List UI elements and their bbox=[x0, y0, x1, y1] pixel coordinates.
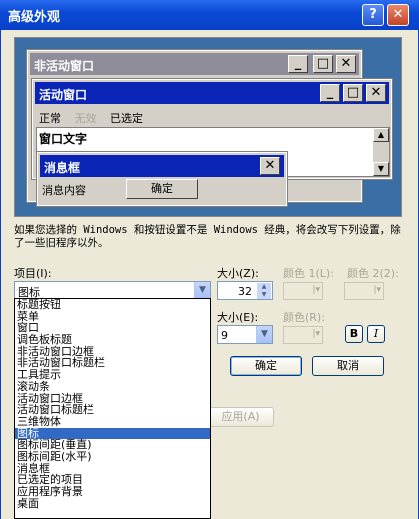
apply-button[interactable]: 应用(A) bbox=[207, 407, 274, 427]
item-dropdown-list[interactable]: 标题按钮 菜单 窗口 调色板标题 非活动窗口边框 非活动窗口标题栏 工具提示 滚动条 活动窗口边… bbox=[14, 298, 211, 519]
message-text: 消息内容 bbox=[42, 184, 86, 197]
menu-selected: 已选定 bbox=[110, 112, 143, 125]
chevron-down-icon[interactable]: ▼ bbox=[194, 282, 210, 298]
font-size-select[interactable]: 9 ▼ bbox=[217, 325, 273, 344]
menu-disabled: 无效 bbox=[74, 112, 97, 125]
size-spinner[interactable]: 32 ▲ ▼ bbox=[217, 281, 273, 300]
preview-menu-bar: 正常 无效 已选定 bbox=[39, 110, 153, 126]
description-text: 如果您选择的 Windows 和按钮设置不是 Windows 经典，将会改写下列… bbox=[14, 224, 401, 249]
font-color-picker[interactable]: |▾ bbox=[283, 326, 323, 344]
menu-normal: 正常 bbox=[39, 112, 61, 125]
spin-up-icon[interactable]: ▲ bbox=[257, 283, 271, 291]
size2-label: 大小(E): bbox=[217, 311, 259, 324]
item-select[interactable]: 图标 ▼ bbox=[14, 281, 211, 299]
active-caption: 活动窗口 _ □ ✕ bbox=[35, 82, 389, 104]
list-item[interactable]: 应用程序背景 bbox=[15, 486, 210, 498]
list-item[interactable]: 菜单 bbox=[15, 310, 210, 323]
color3-label: 颜色(R): bbox=[283, 311, 325, 324]
scroll-up-icon: ▲ bbox=[373, 128, 389, 142]
vertical-scrollbar: ▲ ▼ bbox=[373, 128, 389, 176]
window-title: 高级外观 bbox=[8, 10, 61, 25]
chevron-down-icon[interactable]: ▼ bbox=[256, 326, 272, 343]
list-item[interactable]: 滚动条 bbox=[15, 381, 210, 393]
maximize-icon: □ bbox=[343, 84, 363, 102]
window-text: 窗口文字 bbox=[39, 132, 88, 146]
scroll-down-icon: ▼ bbox=[373, 162, 389, 176]
ok-button[interactable]: 确定 bbox=[230, 356, 302, 376]
minimize-icon: _ bbox=[320, 84, 340, 102]
list-item[interactable]: 标题按钮 bbox=[15, 299, 210, 311]
spin-down-icon[interactable]: ▼ bbox=[257, 291, 271, 299]
font-size-value: 9 bbox=[221, 329, 228, 342]
size-spinner-value: 32 bbox=[238, 285, 252, 298]
close-icon: ✕ bbox=[260, 157, 280, 175]
maximize-icon: □ bbox=[313, 55, 333, 73]
list-item[interactable]: 调色板标题 bbox=[15, 334, 210, 346]
message-ok-button: 确定 bbox=[126, 179, 198, 199]
close-button[interactable]: ✕ bbox=[387, 4, 409, 26]
inactive-window-title: 非活动窗口 bbox=[34, 59, 95, 73]
bold-button[interactable]: B bbox=[345, 325, 363, 343]
inactive-caption: 非活动窗口 _ □ ✕ bbox=[30, 53, 359, 75]
color1-picker[interactable]: |▾ bbox=[283, 282, 323, 300]
list-item[interactable]: 三维物体 bbox=[15, 416, 210, 428]
message-title: 消息框 bbox=[44, 161, 81, 175]
message-box-preview[interactable]: 消息框 ✕ 消息内容 确定 bbox=[36, 151, 288, 207]
message-caption: 消息框 ✕ bbox=[40, 155, 284, 177]
minimize-icon: _ bbox=[288, 55, 308, 73]
chevron-down-icon: |▾ bbox=[312, 285, 320, 295]
size-label: 大小(Z): bbox=[217, 267, 259, 280]
chevron-down-icon: |▾ bbox=[312, 329, 320, 339]
italic-button[interactable]: I bbox=[367, 325, 385, 343]
list-item[interactable]: 图标间距(水平) bbox=[15, 451, 210, 463]
item-label: 项目(I): bbox=[14, 267, 52, 280]
color2-picker[interactable]: |▾ bbox=[344, 282, 384, 300]
title-bar[interactable]: 高级外观 ? ✕ bbox=[0, 0, 419, 31]
color1-label: 颜色 1(L): bbox=[283, 267, 334, 280]
cancel-button[interactable]: 取消 bbox=[312, 356, 384, 376]
help-button[interactable]: ? bbox=[362, 4, 384, 26]
chevron-down-icon: |▾ bbox=[373, 285, 381, 295]
list-item[interactable]: 桌面 bbox=[15, 497, 210, 510]
close-icon: ✕ bbox=[366, 84, 386, 102]
color2-label: 颜色 2(2): bbox=[347, 267, 399, 280]
active-window-title: 活动窗口 bbox=[39, 88, 88, 102]
close-icon: ✕ bbox=[336, 55, 356, 73]
